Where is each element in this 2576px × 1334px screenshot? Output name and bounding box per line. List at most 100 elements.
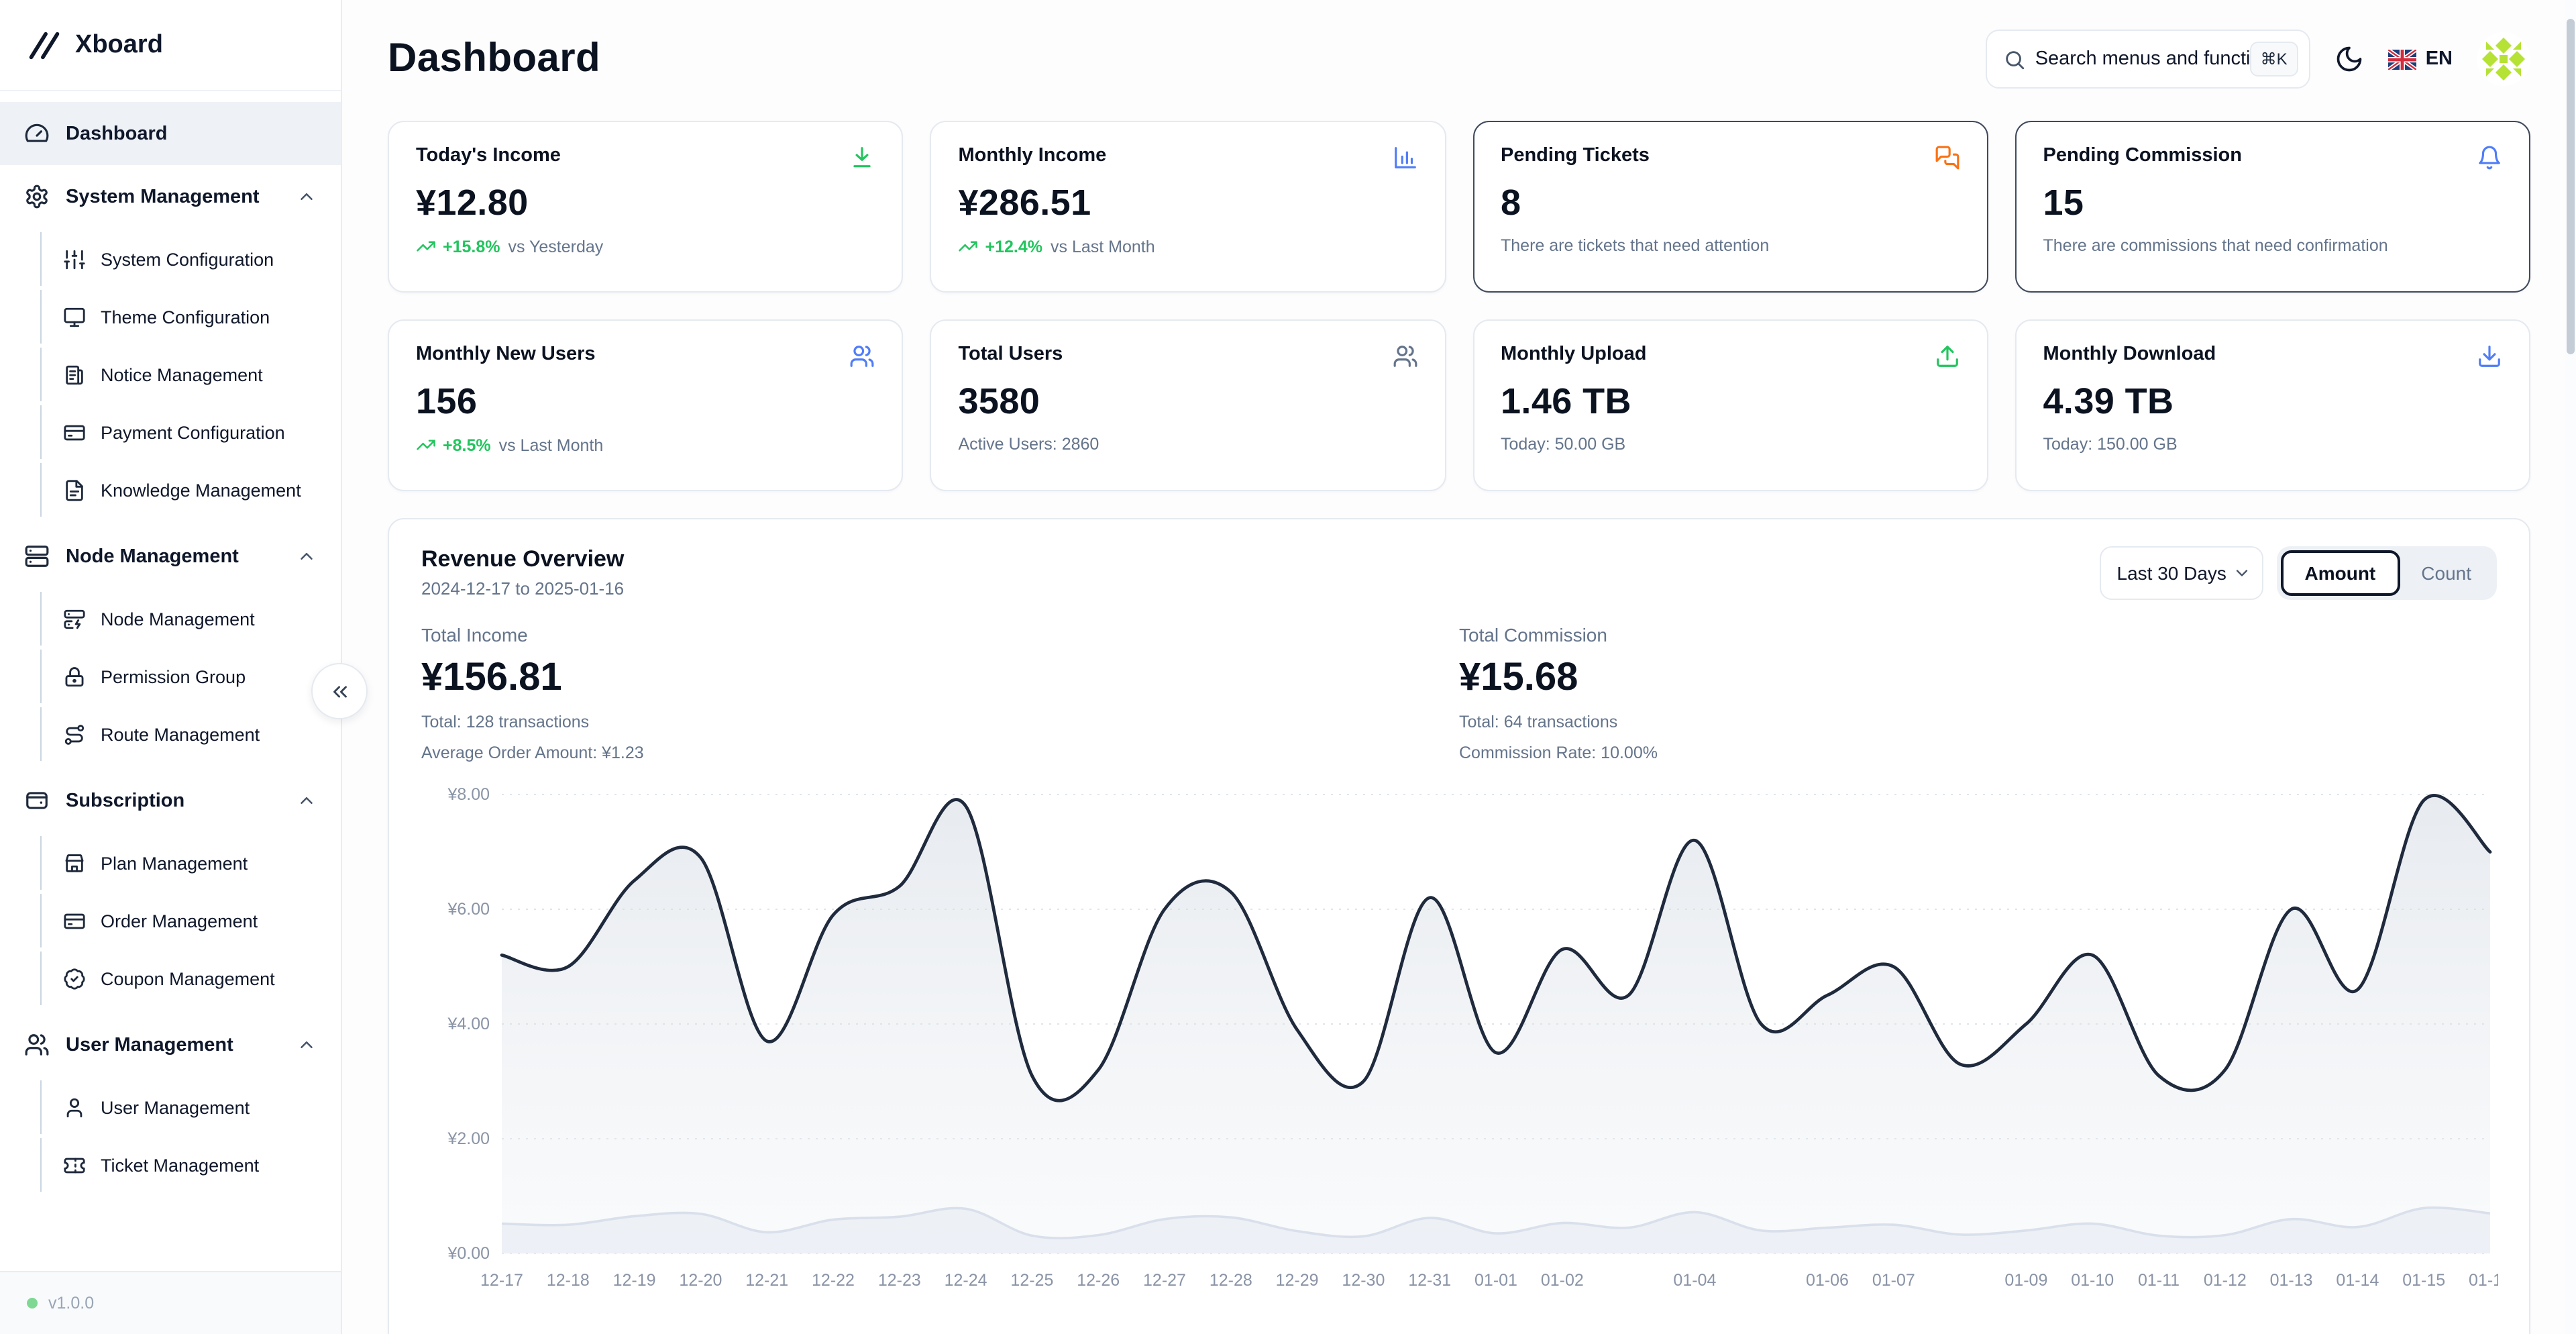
svg-text:01-06: 01-06: [1806, 1271, 1849, 1290]
svg-text:01-12: 01-12: [2204, 1271, 2247, 1290]
card-note: Active Users: 2860: [959, 435, 1099, 454]
sidebar-item-system-configuration[interactable]: System Configuration: [40, 232, 341, 286]
dark-mode-toggle[interactable]: [2334, 44, 2364, 74]
total-commission-block: Total Commission ¥15.68 Total: 64 transa…: [1459, 624, 2497, 762]
stat-label: Total Income: [421, 624, 1459, 646]
users-icon: [850, 344, 875, 369]
sidebar-item-order-management[interactable]: Order Management: [40, 894, 341, 947]
revenue-title: Revenue Overview: [421, 546, 624, 573]
sidebar-item-route-management[interactable]: Route Management: [40, 707, 341, 761]
language-selector[interactable]: EN: [2388, 48, 2453, 70]
ticket-icon: [63, 1153, 86, 1176]
sidebar-item-user-management[interactable]: User Management: [40, 1080, 341, 1134]
card-monthly-income[interactable]: Monthly Income ¥286.51 +12.4% vs Last Mo…: [930, 121, 1446, 293]
stat-value: ¥15.68: [1459, 656, 2497, 701]
sidebar-group-node-management[interactable]: Node Management: [0, 525, 341, 588]
sidebar-item-plan-management[interactable]: Plan Management: [40, 836, 341, 890]
version-label: v1.0.0: [48, 1294, 94, 1313]
sidebar-menu: Dashboard System Management System Confi…: [0, 91, 341, 1271]
chevron-down-icon: [2233, 564, 2251, 582]
sidebar-item-theme-configuration[interactable]: Theme Configuration: [40, 290, 341, 344]
sidebar-item-coupon-management[interactable]: Coupon Management: [40, 952, 341, 1005]
avatar[interactable]: [2477, 32, 2530, 86]
stat-line: Total: 128 transactions: [421, 713, 1459, 731]
chevron-up-icon: [297, 546, 317, 566]
svg-text:12-29: 12-29: [1276, 1271, 1319, 1290]
sidebar-subgroup: System Configuration Theme Configuration…: [0, 232, 341, 517]
sidebar-item-label: User Management: [101, 1097, 250, 1117]
svg-text:01-02: 01-02: [1541, 1271, 1584, 1290]
sidebar-item-dashboard[interactable]: Dashboard: [0, 102, 341, 165]
trend-value: +8.5%: [443, 435, 491, 454]
card-label: Monthly Upload: [1501, 344, 1647, 365]
svg-text:12-31: 12-31: [1408, 1271, 1451, 1290]
card-note: There are commissions that need confirma…: [2043, 236, 2388, 255]
card-pending-commission[interactable]: Pending Commission 15 There are commissi…: [2015, 121, 2531, 293]
vertical-scrollbar[interactable]: [2565, 0, 2576, 1334]
sidebar-item-permission-group[interactable]: Permission Group: [40, 650, 341, 703]
card-todays-income[interactable]: Today's Income ¥12.80 +15.8% vs Yesterda…: [388, 121, 904, 293]
trend-value: +12.4%: [985, 237, 1043, 256]
lock-icon: [63, 665, 86, 688]
total-income-block: Total Income ¥156.81 Total: 128 transact…: [421, 624, 1459, 762]
search-icon: [2003, 48, 2026, 70]
svg-text:01-07: 01-07: [1872, 1271, 1915, 1290]
sidebar: Xboard Dashboard System Management: [0, 0, 342, 1334]
card-note: Today: 50.00 GB: [1501, 435, 1625, 454]
server-icon: [24, 544, 50, 569]
revenue-chart-svg: ¥0.00¥2.00¥4.00¥6.00¥8.0012-1712-1812-19…: [421, 776, 2498, 1302]
card-label: Monthly New Users: [416, 344, 596, 365]
sidebar-group-user-management[interactable]: User Management: [0, 1013, 341, 1076]
count-tab[interactable]: Count: [2400, 550, 2493, 596]
svg-text:12-19: 12-19: [613, 1271, 656, 1290]
sidebar-item-knowledge-management[interactable]: Knowledge Management: [40, 463, 341, 517]
chevron-up-icon: [297, 1035, 317, 1055]
route-icon: [63, 723, 86, 746]
status-dot: [27, 1298, 38, 1309]
card-note: Today: 150.00 GB: [2043, 435, 2178, 454]
card-pending-tickets[interactable]: Pending Tickets 8 There are tickets that…: [1472, 121, 1988, 293]
card-value: 1.46 TB: [1501, 381, 1960, 423]
sidebar-item-label: System Configuration: [101, 249, 274, 269]
amount-tab[interactable]: Amount: [2281, 550, 2400, 596]
card-label: Monthly Download: [2043, 344, 2216, 365]
svg-text:12-21: 12-21: [745, 1271, 788, 1290]
card-value: 156: [416, 381, 875, 423]
chevron-up-icon: [297, 187, 317, 207]
svg-text:12-27: 12-27: [1143, 1271, 1186, 1290]
card-monthly-new-users[interactable]: Monthly New Users 156 +8.5% vs Last Mont…: [388, 319, 904, 491]
svg-text:¥8.00: ¥8.00: [447, 785, 490, 804]
sidebar-item-label: Payment Configuration: [101, 422, 285, 442]
monitor-icon: [63, 305, 86, 328]
search-input[interactable]: Search menus and functions... ⌘K: [1986, 30, 2310, 89]
chevron-up-icon: [297, 790, 317, 811]
wallet-icon: [24, 788, 50, 813]
period-select[interactable]: Last 30 Days: [2100, 546, 2263, 600]
sidebar-group-label: User Management: [66, 1034, 280, 1056]
sidebar-item-node-management[interactable]: Node Management: [40, 592, 341, 646]
card-monthly-download[interactable]: Monthly Download 4.39 TB Today: 150.00 G…: [2015, 319, 2531, 491]
sidebar-group-subscription[interactable]: Subscription: [0, 769, 341, 832]
sidebar-item-label: Ticket Management: [101, 1155, 259, 1175]
sidebar-item-payment-configuration[interactable]: Payment Configuration: [40, 405, 341, 459]
sidebar-item-label: Node Management: [101, 609, 255, 629]
trend-note: vs Last Month: [1051, 237, 1155, 256]
sidebar-item-label: Route Management: [101, 724, 260, 744]
svg-text:12-30: 12-30: [1342, 1271, 1385, 1290]
sidebar-item-label: Notice Management: [101, 364, 263, 384]
keyboard-shortcut-badge: ⌘K: [2250, 42, 2298, 76]
sidebar-item-ticket-management[interactable]: Ticket Management: [40, 1138, 341, 1192]
file-text-icon: [63, 478, 86, 501]
card-monthly-upload[interactable]: Monthly Upload 1.46 TB Today: 50.00 GB: [1472, 319, 1988, 491]
card-value: 4.39 TB: [2043, 381, 2503, 423]
svg-text:12-24: 12-24: [945, 1271, 987, 1290]
xboard-admin-app: Xboard Dashboard System Management: [0, 0, 2576, 1334]
sidebar-item-label: Dashboard: [66, 123, 317, 144]
scrollbar-thumb[interactable]: [2567, 19, 2575, 354]
sidebar-collapse-button[interactable]: [311, 663, 368, 719]
sidebar-item-notice-management[interactable]: Notice Management: [40, 348, 341, 401]
sidebar-group-system-management[interactable]: System Management: [0, 165, 341, 228]
card-total-users[interactable]: Total Users 3580 Active Users: 2860: [930, 319, 1446, 491]
sidebar-subgroup: Plan Management Order Management Coupon …: [0, 836, 341, 1005]
trend-badge: +12.4%: [959, 236, 1043, 256]
